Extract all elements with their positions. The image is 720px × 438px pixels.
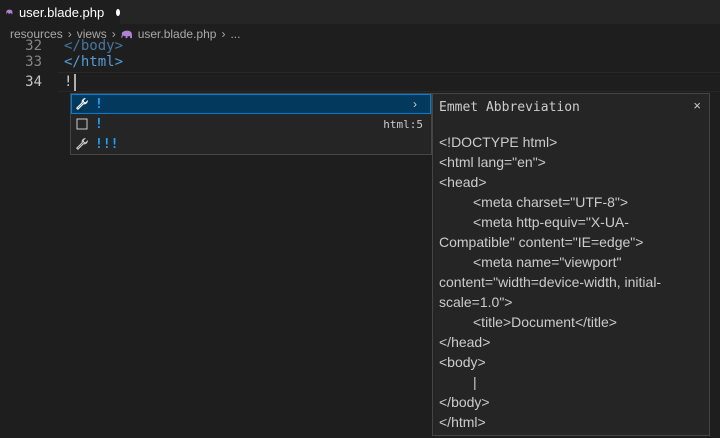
line-number: 34 [25,74,42,90]
details-line: </html> [439,414,486,430]
text-cursor [74,73,77,91]
details-line-text: <meta http-equiv="X-UA-Compatible" conte… [439,214,644,250]
close-icon[interactable]: × [693,98,701,113]
details-line: <body> [439,354,486,370]
details-title: Emmet Abbreviation [439,100,580,115]
code-line[interactable]: 33 </html> [0,52,720,72]
suggest-item[interactable]: !!! [71,134,431,154]
wrench-icon [75,137,89,151]
suggest-item[interactable]: ! html:5 [71,114,431,134]
details-line: <title>Document</title> [439,312,701,332]
suggest-details-panel: Emmet Abbreviation × <!DOCTYPE html> <ht… [432,93,710,436]
details-line: | [439,372,701,392]
details-line: <!DOCTYPE html> [439,134,558,150]
details-line: <meta name="viewport" content="width=dev… [439,252,701,312]
details-body: <!DOCTYPE html> <html lang="en"> <head> … [439,132,701,432]
code-text: </html> [64,54,124,70]
details-line-text: <meta name="viewport" content="width=dev… [439,254,662,310]
suggest-label: ! [95,96,103,112]
blade-elephant-icon [6,9,13,15]
wrench-icon [75,97,89,111]
typed-abbreviation: ! [64,74,73,90]
suggest-item[interactable]: ! › [71,94,431,114]
details-line-text: | [473,374,477,390]
snippet-icon [75,117,89,131]
suggest-label: !!! [95,136,119,152]
details-line: <meta http-equiv="X-UA-Compatible" conte… [439,212,701,252]
details-line-text: <meta charset="UTF-8"> [473,194,629,210]
tab-user-blade[interactable]: user.blade.php [0,0,120,24]
line-number: 33 [25,54,42,70]
details-line: </body> [439,394,490,410]
details-line: <meta charset="UTF-8"> [439,192,701,212]
suggest-label: ! [95,116,103,132]
tab-bar: user.blade.php [0,0,720,24]
suggest-detail: html:5 [383,117,423,131]
suggest-widget: ! › ! html:5 !!! [70,93,432,155]
details-line: <html lang="en"> [439,154,546,170]
expand-details-icon[interactable]: › [413,97,417,111]
code-text: ! [64,72,77,92]
code-line-active[interactable]: 34 ! [0,72,720,92]
tab-label: user.blade.php [18,4,105,20]
details-line-text: <title>Document</title> [473,314,617,330]
details-line: <head> [439,174,487,190]
unsaved-dot-icon[interactable] [116,8,120,16]
details-line: </head> [439,334,491,350]
